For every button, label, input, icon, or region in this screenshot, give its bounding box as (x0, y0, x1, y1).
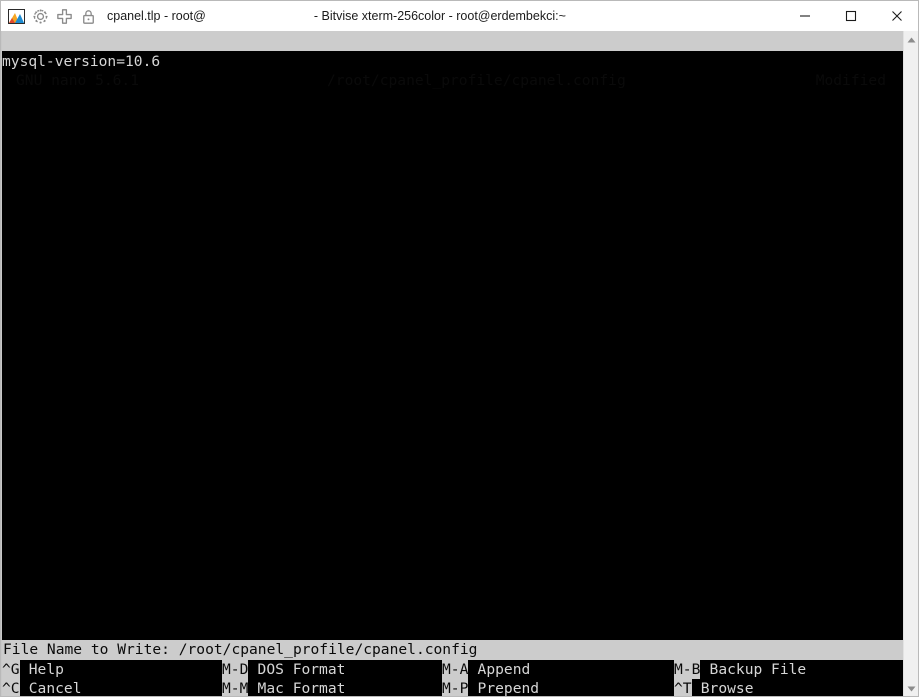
nano-modified-label: Modified (815, 72, 886, 89)
lock-icon[interactable] (79, 7, 98, 26)
shortcut-label: Prepend (477, 680, 540, 697)
shortcut-key: M-D (222, 660, 249, 679)
shortcut-key: M-M (222, 679, 249, 697)
bitvise-logo-icon[interactable] (7, 7, 26, 26)
terminal-screen[interactable]: GNU nano 5.6.1 /root/cpanel_profile/cpan… (2, 31, 905, 697)
shortcut-browse[interactable]: ^T Browse (674, 679, 754, 697)
nano-filepath-label: /root/cpanel_profile/cpanel.config (327, 72, 626, 89)
minimize-icon (800, 15, 810, 17)
close-icon (892, 11, 902, 21)
window-title-left: cpanel.tlp - root@ (107, 9, 206, 23)
scroll-up-arrow-icon (907, 37, 915, 42)
shortcut-append[interactable]: M-A Append (442, 660, 530, 679)
scroll-down-button[interactable] (904, 680, 918, 696)
shortcut-key: ^C (2, 679, 20, 697)
window-titlebar[interactable]: cpanel.tlp - root@ - Bitvise xterm-256col… (1, 1, 918, 31)
gear-icon[interactable] (31, 7, 50, 26)
window-controls (782, 1, 918, 31)
window-title: cpanel.tlp - root@ - Bitvise xterm-256col… (107, 9, 566, 23)
shortcut-key: ^T (674, 679, 692, 697)
shortcut-backup-file[interactable]: M-B Backup File (674, 660, 806, 679)
shortcut-cancel[interactable]: ^C Cancel (2, 679, 82, 697)
shortcut-dos-format[interactable]: M-D DOS Format (222, 660, 345, 679)
shortcut-row-1: ^G Help M-D DOS Format M-A Append M-B Ba… (2, 660, 905, 679)
terminal-window: cpanel.tlp - root@ - Bitvise xterm-256col… (0, 0, 919, 697)
new-window-icon[interactable] (55, 7, 74, 26)
shortcut-label: Cancel (28, 680, 82, 697)
vertical-scrollbar[interactable] (903, 31, 918, 696)
maximize-icon (845, 10, 857, 22)
window-title-right: - Bitvise xterm-256color - root@erdembek… (313, 9, 566, 23)
titlebar-icon-group (1, 7, 98, 26)
nano-header-bar: GNU nano 5.6.1 /root/cpanel_profile/cpan… (2, 31, 905, 89)
scroll-up-button[interactable] (904, 31, 918, 48)
shortcut-key: M-B (674, 660, 701, 679)
minimize-button[interactable] (782, 1, 828, 31)
shortcut-label: Mac Format (257, 680, 346, 697)
shortcut-label: Browse (700, 680, 754, 697)
shortcut-label: Append (477, 661, 531, 678)
shortcut-help[interactable]: ^G Help (2, 660, 64, 679)
filename-prompt[interactable]: File Name to Write: /root/cpanel_profile… (2, 640, 905, 660)
shortcut-key: ^G (2, 660, 20, 679)
maximize-button[interactable] (828, 1, 874, 31)
shortcut-label: Backup File (709, 661, 807, 678)
scroll-down-arrow-icon (907, 686, 915, 691)
close-button[interactable] (874, 1, 918, 31)
shortcut-key: M-P (442, 679, 469, 697)
editor-line-1[interactable]: mysql-version=10.6 (2, 52, 905, 71)
shortcut-row-2: ^C Cancel M-M Mac Format M-P Prepend ^T … (2, 679, 905, 697)
nano-version-label: GNU nano 5.6.1 (16, 72, 140, 89)
shortcut-key: M-A (442, 660, 469, 679)
shortcut-label: DOS Format (257, 661, 346, 678)
shortcut-mac-format[interactable]: M-M Mac Format (222, 679, 346, 697)
shortcut-prepend[interactable]: M-P Prepend (442, 679, 540, 697)
shortcut-label: Help (28, 661, 64, 678)
